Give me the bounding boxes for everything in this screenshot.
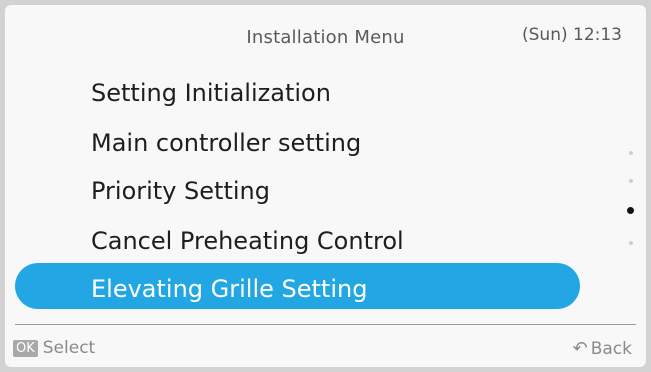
scroll-indicator-dot (629, 179, 633, 183)
back-label: Back (590, 338, 632, 359)
menu-item-main-controller-setting[interactable]: Main controller setting (91, 129, 361, 157)
menu-item-setting-initialization[interactable]: Setting Initialization (91, 79, 331, 107)
footer-divider (15, 324, 636, 325)
menu-item-priority-setting[interactable]: Priority Setting (91, 177, 270, 205)
ok-key-icon: OK (13, 339, 38, 357)
select-label: Select (42, 338, 96, 358)
menu-item-elevating-grille-setting[interactable]: Elevating Grille Setting (91, 275, 367, 303)
scroll-indicator-current (627, 207, 634, 214)
back-button[interactable]: ↶ Back (573, 338, 632, 359)
scroll-indicator-dot (629, 241, 633, 245)
menu-item-cancel-preheating-control[interactable]: Cancel Preheating Control (91, 227, 404, 255)
controller-screen: Installation Menu (Sun) 12:13 Setting In… (5, 5, 646, 367)
select-hint[interactable]: OK Select (13, 338, 95, 358)
back-arrow-icon: ↶ (572, 338, 588, 359)
scroll-indicator-dot (629, 151, 633, 155)
clock-display: (Sun) 12:13 (522, 25, 622, 45)
